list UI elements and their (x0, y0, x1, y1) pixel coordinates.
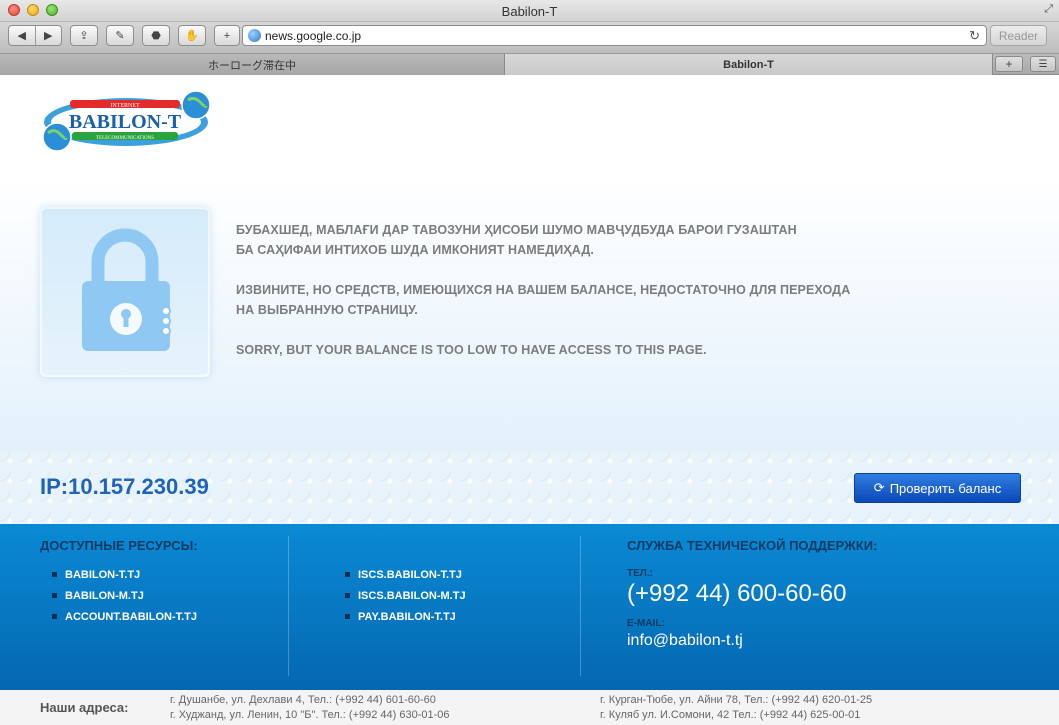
support-heading: СЛУЖБА ТЕХНИЧЕСКОЙ ПОДДЕРЖКИ: (627, 538, 878, 553)
message-tajik-line2: БА САҲИФАИ ИНТИХОБ ШУДА ИМКОНИЯТ НАМЕДИҲ… (236, 243, 594, 257)
logo-top-banner: INTERNET (110, 103, 140, 109)
footer-resources: ДОСТУПНЫЕ РЕСУРСЫ: BABILON-T.TJ BABILON-… (0, 524, 1059, 690)
phone-label: ТЕЛ.: (627, 568, 653, 579)
email-label: E-MAIL: (627, 618, 665, 629)
new-tab-button[interactable]: + (995, 56, 1023, 72)
message-tajik: БУБАХШЕД, МАБЛАҒИ ДАР ТАВОЗУНИ ҲИСОБИ ШУ… (236, 220, 936, 260)
window-title: Babilon-T (501, 4, 558, 19)
footer-addresses: Наши адреса: г. Душанбе, ул. Дехлави 4, … (0, 690, 1059, 725)
support-email[interactable]: info@babilon-t.tj (627, 632, 743, 650)
resource-link[interactable]: ACCOUNT.BABILON-T.TJ (52, 606, 197, 627)
plus-icon: + (1005, 57, 1013, 71)
address-line: г. Курган-Тюбе, ул. Айни 78, Тел.: (+992… (600, 694, 873, 706)
address-url: news.google.co.jp (265, 28, 362, 43)
check-balance-button[interactable]: ⟳ Проверить баланс (854, 473, 1021, 503)
stop-icon: ⬣ (151, 30, 161, 42)
support-phone: (+992 44) 600-60-60 (627, 580, 847, 607)
forward-arrow-icon[interactable]: ▶ (34, 26, 62, 45)
reload-icon[interactable]: ↻ (969, 28, 980, 44)
message-tajik-line1: БУБАХШЕД, МАБЛАҒИ ДАР ТАВОЗУНИ ҲИСОБИ ШУ… (236, 223, 797, 237)
column-divider (580, 536, 581, 676)
bookmarks-button[interactable]: ✎ (106, 25, 134, 46)
hand-icon: ✋ (185, 30, 199, 42)
message-russian-line1: ИЗВИНИТЕ, НО СРЕДСТВ, ИМЕЮЩИХСЯ НА ВАШЕМ… (236, 283, 851, 297)
babilon-logo[interactable]: INTERNET BABILON-T TELECOMMUNICATIONS (38, 88, 214, 154)
logo-name: BABILON-T (69, 111, 182, 133)
check-balance-label: Проверить баланс (889, 480, 1002, 496)
message-russian: ИЗВИНИТЕ, НО СРЕДСТВ, ИМЕЮЩИХСЯ НА ВАШЕМ… (236, 280, 936, 320)
logo-bottom-banner: TELECOMMUNICATIONS (96, 136, 154, 141)
ip-address: IP:10.157.230.39 (40, 474, 209, 499)
resource-link[interactable]: ISCS.BABILON-T.TJ (345, 564, 466, 585)
share-button[interactable]: ⇪ (70, 25, 98, 46)
address-bar[interactable]: news.google.co.jp ↻ (242, 25, 987, 46)
tab-inactive[interactable]: ホーローグ滞在中 (0, 54, 505, 75)
padlock-icon (82, 228, 171, 351)
plus-icon: + (223, 29, 231, 42)
window-titlebar: Babilon-T ⤢ (0, 0, 1059, 22)
extension-button[interactable]: ⬣ (142, 25, 170, 46)
balance-message: БУБАХШЕД, МАБЛАҒИ ДАР ТАВОЗУНИ ҲИСОБИ ШУ… (236, 220, 936, 380)
list-icon: ☰ (1038, 58, 1048, 70)
tab-active[interactable]: Babilon-T (505, 54, 993, 75)
globe-left-icon (42, 122, 72, 152)
resources-heading: ДОСТУПНЫЕ РЕСУРСЫ: (40, 538, 198, 553)
share-icon: ⇪ (79, 30, 89, 42)
reader-button[interactable]: Reader (990, 25, 1047, 46)
address-line: г. Худжанд, ул. Ленин, 10 "Б". Тел.: (+9… (170, 709, 450, 721)
resource-link[interactable]: BABILON-T.TJ (52, 564, 197, 585)
fullscreen-icon[interactable]: ⤢ (1044, 3, 1053, 16)
resources-list-1: BABILON-T.TJ BABILON-M.TJ ACCOUNT.BABILO… (52, 564, 197, 627)
globe-right-icon (181, 90, 211, 120)
message-russian-line2: НА ВЫБРАННУЮ СТРАНИЦУ. (236, 303, 418, 317)
browser-toolbar: ◀ ▶ ⇪ ✎ ⬣ ✋ + news.google.co.jp ↻ Reader (0, 22, 1059, 54)
globe-icon (248, 29, 261, 42)
add-bookmark-button[interactable]: + (214, 25, 240, 46)
refresh-icon: ⟳ (873, 480, 885, 495)
resource-link[interactable]: ISCS.BABILON-M.TJ (345, 585, 466, 606)
resource-link[interactable]: PAY.BABILON-T.TJ (345, 606, 466, 627)
resource-link[interactable]: BABILON-M.TJ (52, 585, 197, 606)
back-forward-control: ◀ ▶ (8, 25, 62, 46)
hand-extension-button[interactable]: ✋ (178, 25, 206, 46)
addresses-title: Наши адреса: (40, 700, 129, 715)
tab-overview-button[interactable]: ☰ (1030, 56, 1056, 72)
web-page: INTERNET BABILON-T TELECOMMUNICATIONS БУ… (0, 76, 1059, 725)
tab-bar: ホーローグ滞在中 Babilon-T + ☰ (0, 54, 1059, 75)
resources-list-2: ISCS.BABILON-T.TJ ISCS.BABILON-M.TJ PAY.… (345, 564, 466, 627)
column-divider (288, 536, 289, 676)
address-line: г. Душанбе, ул. Дехлави 4, Тел.: (+992 4… (170, 694, 436, 706)
address-line: г. Куляб ул. И.Сомони, 42 Тел.: (+992 44… (600, 709, 861, 721)
message-english: SORRY, BUT YOUR BALANCE IS TOO LOW TO HA… (236, 343, 707, 357)
back-arrow-icon[interactable]: ◀ (9, 26, 35, 45)
lock-illustration (40, 207, 210, 377)
pen-icon: ✎ (115, 30, 125, 42)
